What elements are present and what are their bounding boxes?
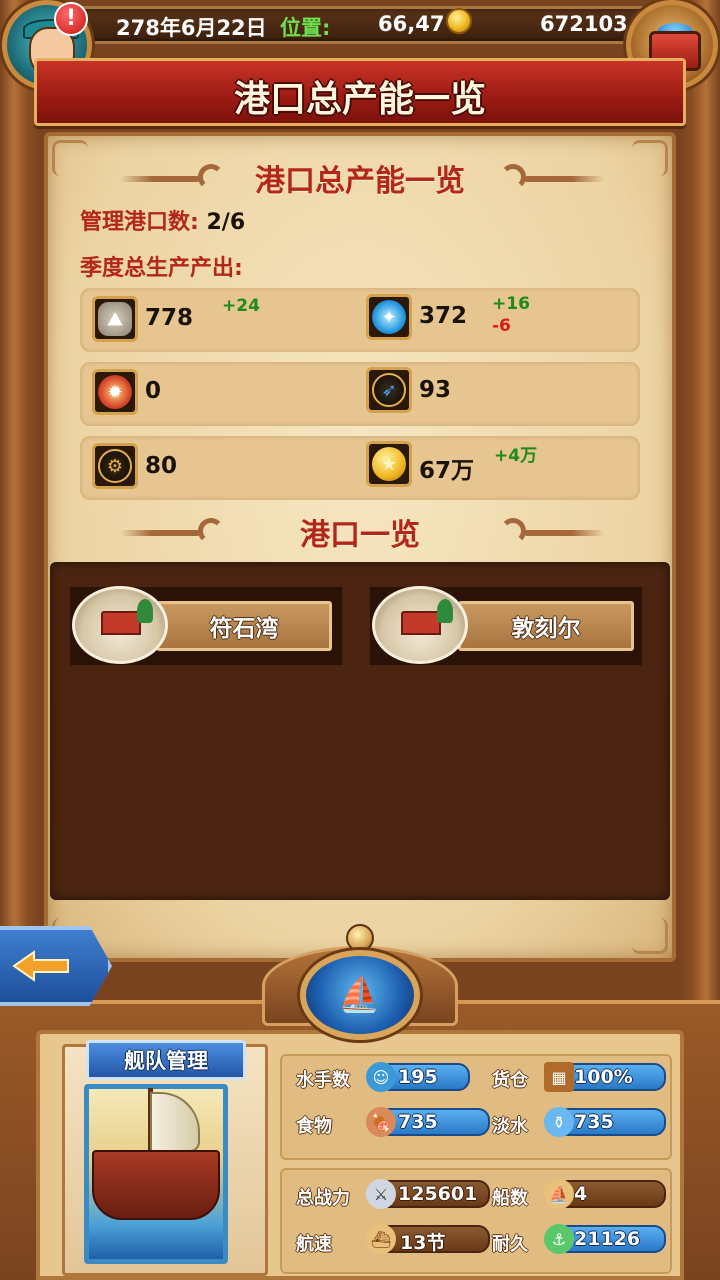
feather-badge-icon: ➶ — [366, 367, 412, 413]
sailor-icon: ☺ — [366, 1062, 396, 1092]
gold-value: 67万 — [419, 458, 475, 484]
ships-value: 4 — [574, 1183, 588, 1205]
quarterly-output-label: 季度总生产产出: — [80, 256, 243, 281]
swirl-ornament — [500, 518, 526, 544]
speed-value: 13节 — [400, 1232, 446, 1254]
port-list-title: 港口一览 — [300, 518, 420, 553]
ships-label: 船数 — [492, 1188, 528, 1209]
crystal-increase: +16 — [492, 294, 530, 314]
repair-ship-icon: ⚓ — [544, 1224, 574, 1254]
crystal-icon: ✦ — [366, 294, 412, 340]
gold-coin-icon: ★ — [366, 441, 412, 487]
port-town-icon[interactable] — [372, 586, 468, 664]
corner-ornament — [632, 918, 668, 954]
game-date: 278年6月22日 — [116, 16, 267, 40]
cog-icon: ⚙ — [92, 443, 138, 489]
speed-label: 航速 — [296, 1234, 332, 1255]
cargo-value: 100% — [574, 1066, 633, 1088]
crossed-swords-icon: ⚔ — [366, 1179, 396, 1209]
tree-icon — [437, 599, 453, 623]
overview-title: 港口总产能一览 — [255, 164, 465, 199]
back-arrow-icon — [12, 950, 69, 982]
crate-icon: ▦ — [544, 1062, 574, 1092]
port-name-plate[interactable]: 敦刻尔 — [458, 601, 634, 651]
water-jug-icon: ⚱ — [544, 1107, 574, 1137]
house-icon — [101, 611, 141, 635]
stone-increase: +24 — [222, 296, 260, 316]
gold-increase: +4万 — [494, 446, 538, 466]
feather-badge-value: 93 — [419, 377, 452, 403]
gold-amount: 672103 — [540, 12, 628, 36]
gold-coin-icon — [446, 8, 472, 34]
sailors-label: 水手数 — [296, 1070, 350, 1091]
sailors-value: 195 — [398, 1066, 438, 1088]
position-label: 位置: — [280, 16, 331, 40]
swirl-ornament — [500, 164, 526, 190]
compass-knob-icon — [346, 924, 374, 952]
fleet-management-label[interactable]: 舰队管理 — [86, 1040, 246, 1080]
durability-value: 21126 — [574, 1228, 641, 1250]
gear-badge-value: 0 — [145, 378, 162, 404]
crystal-value: 372 — [419, 303, 468, 329]
food-value: 735 — [398, 1111, 438, 1133]
resource-row — [80, 362, 640, 426]
stone-value: 778 — [145, 305, 194, 331]
managed-ports-value: 2/6 — [206, 210, 246, 235]
divider-ornament — [524, 530, 604, 536]
speed-ship-icon: ⛴ — [366, 1224, 396, 1254]
ship-count-icon: ⛵ — [544, 1179, 574, 1209]
durability-label: 耐久 — [492, 1234, 528, 1255]
power-label: 总战力 — [296, 1188, 350, 1209]
tree-icon — [137, 599, 153, 623]
house-icon — [401, 611, 441, 635]
ship-hull-icon — [92, 1150, 220, 1220]
gear-badge-icon: ✹ — [92, 369, 138, 415]
power-value: 125601 — [398, 1183, 478, 1205]
port-name-plate[interactable]: 符石湾 — [156, 601, 332, 651]
water-label: 淡水 — [492, 1116, 528, 1137]
water-value: 735 — [574, 1111, 614, 1133]
managed-ports-label: 管理港口数: — [80, 210, 199, 235]
food-label: 食物 — [296, 1116, 332, 1137]
alert-badge[interactable]: ! — [54, 2, 88, 36]
divider-ornament — [524, 176, 604, 182]
stone-icon: ⛰ — [92, 296, 138, 342]
sailing-ship-icon: ⛵ — [338, 975, 381, 1015]
port-town-icon[interactable] — [72, 586, 168, 664]
meat-icon: 🍖 — [366, 1107, 396, 1137]
position-value: 66,47 — [378, 12, 445, 36]
crystal-decrease: -6 — [492, 316, 511, 336]
page-title: 港口总产能一览 — [233, 79, 486, 120]
cargo-label: 货仓 — [492, 1070, 528, 1091]
cog-value: 80 — [145, 453, 178, 479]
managed-ports-row: 管理港口数: 2/6 — [80, 204, 245, 236]
